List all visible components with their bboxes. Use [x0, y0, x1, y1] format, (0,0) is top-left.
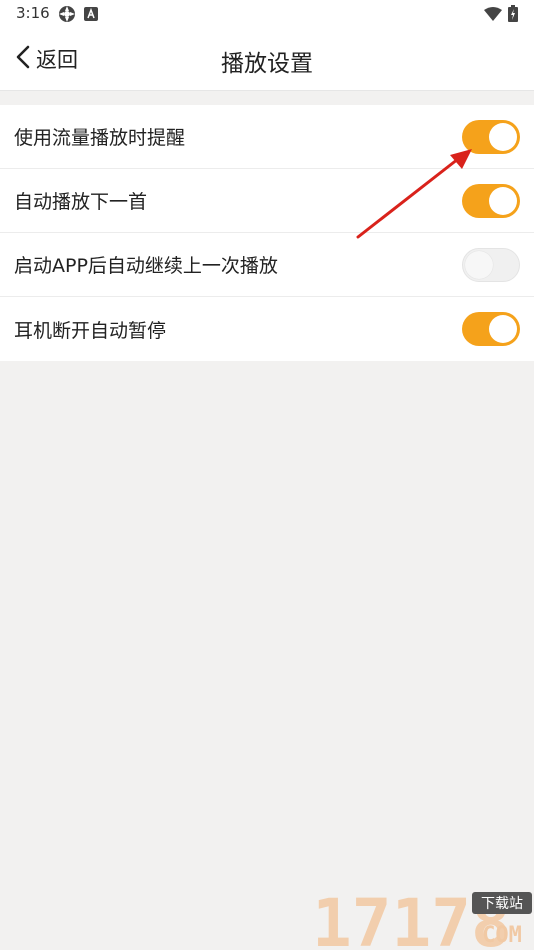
setting-label: 使用流量播放时提醒	[14, 127, 186, 149]
status-bar: 3:16	[0, 0, 534, 28]
toggle-knob	[465, 250, 493, 279]
battery-charging-icon	[508, 5, 518, 26]
pause-on-headphone-disconnect-toggle[interactable]	[462, 312, 520, 346]
annotation-arrow-icon	[350, 145, 480, 249]
toggle-knob	[489, 315, 517, 343]
page-title: 播放设置	[221, 51, 313, 77]
resume-on-launch-toggle[interactable]	[462, 247, 520, 282]
status-time: 3:16	[16, 4, 50, 22]
top-app-bar: 返回 播放设置	[0, 28, 534, 91]
toggle-knob	[489, 186, 517, 215]
setting-label: 启动APP后自动继续上一次播放	[14, 255, 278, 277]
settings-gear-icon	[58, 5, 76, 27]
setting-label: 自动播放下一首	[14, 191, 148, 213]
app-screen: 3:16 返回 播放设置 使用流量播放时提醒 自动播放下一首 启动APP后自动继…	[0, 0, 534, 950]
setting-row-pause-on-headphone-disconnect[interactable]: 耳机断开自动暂停	[0, 297, 534, 361]
setting-label: 耳机断开自动暂停	[14, 319, 167, 342]
notification-a-icon	[84, 6, 98, 25]
site-watermark-logo: 17178 下载站 COM	[312, 885, 532, 950]
wifi-icon	[484, 6, 502, 25]
svg-text:COM: COM	[482, 923, 522, 948]
svg-text:下载站: 下载站	[481, 896, 523, 912]
toggle-knob	[489, 122, 517, 151]
